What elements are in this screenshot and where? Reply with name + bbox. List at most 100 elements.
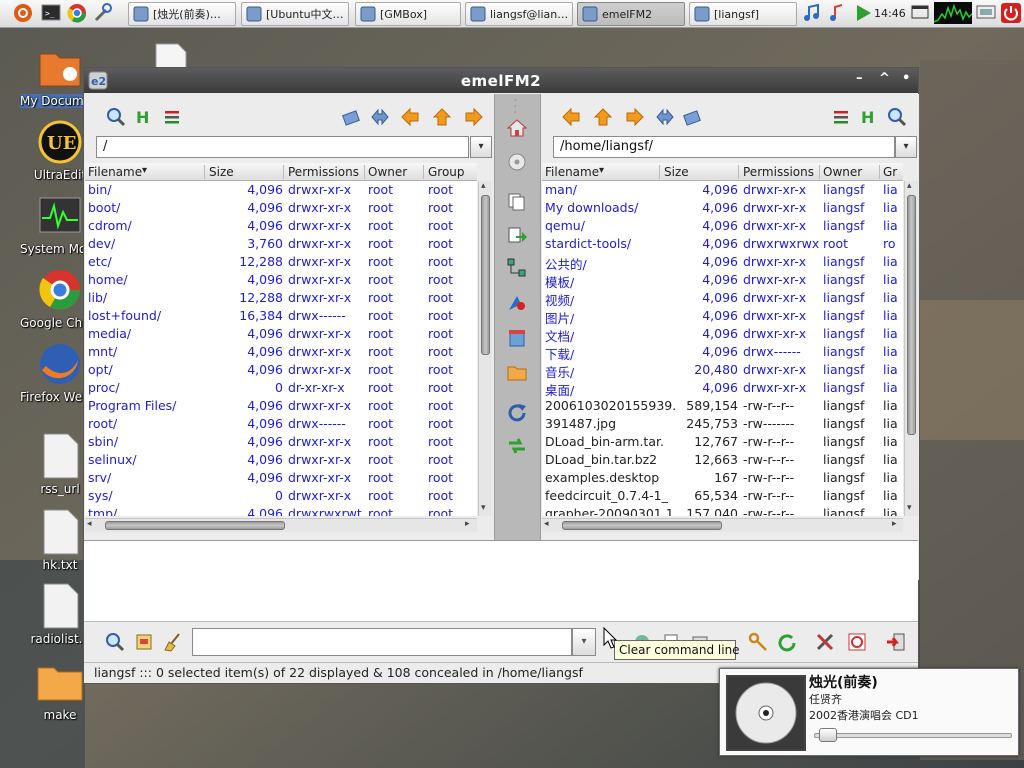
file-row[interactable]: mnt/4,096 drwxr-xr-x root root bbox=[85, 343, 477, 361]
file-row[interactable]: srv/4,096 drwxr-xr-x root root bbox=[85, 469, 477, 487]
hidden-toggle-icon[interactable]: H bbox=[134, 107, 154, 127]
left-horizontal-scrollbar[interactable]: ◂ ▸ bbox=[85, 518, 477, 532]
file-row[interactable]: bin/4,096 drwxr-xr-x root root bbox=[85, 181, 477, 199]
column-header[interactable]: Gr bbox=[883, 165, 897, 179]
trash-icon[interactable] bbox=[507, 328, 527, 348]
file-row[interactable]: sbin/4,096 drwxr-xr-x root root bbox=[85, 433, 477, 451]
file-row[interactable]: proc/0 dr-xr-xr-x root root bbox=[85, 379, 477, 397]
right-path-input[interactable]: /home/liangsf/ bbox=[553, 136, 895, 158]
column-header[interactable]: Owner bbox=[823, 165, 862, 179]
move-icon[interactable] bbox=[507, 226, 527, 246]
tools-icon[interactable] bbox=[815, 632, 835, 652]
file-row[interactable]: DLoad_bin.tar.bz2 12,663 -rw-r--r-- liangsf… bbox=[542, 451, 903, 469]
ubuntu-menu-icon[interactable] bbox=[12, 2, 34, 24]
edit-icon[interactable] bbox=[135, 632, 155, 652]
up-arrow-icon[interactable] bbox=[593, 107, 613, 127]
seek-knob[interactable] bbox=[819, 728, 838, 742]
left-vertical-scrollbar[interactable]: ▴ ▾ bbox=[478, 181, 492, 516]
permissions-icon[interactable] bbox=[507, 292, 527, 312]
output-pane[interactable] bbox=[84, 540, 918, 622]
music-notification[interactable]: 烛光(前奏) 任贤齐 2002香港演唱会 CD1 bbox=[719, 668, 1019, 756]
system-monitor-graph[interactable] bbox=[933, 2, 973, 24]
refresh-green-icon[interactable] bbox=[777, 632, 797, 652]
taskbar-button[interactable]: liangsf@lian… bbox=[465, 2, 573, 26]
taskbar-button[interactable]: [烛光(前奏)… bbox=[128, 2, 236, 26]
file-row[interactable]: man/4,096 drwxr-xr-x liangsf lia bbox=[542, 181, 903, 199]
search-icon[interactable] bbox=[105, 632, 125, 652]
settings-launcher-icon[interactable] bbox=[92, 2, 114, 24]
file-row[interactable]: 2006103020155939. 589,154 -rw-r--r-- liangs… bbox=[542, 397, 903, 415]
file-row[interactable]: media/4,096 drwxr-xr-x root root bbox=[85, 325, 477, 343]
left-file-list[interactable]: bin/4,096 drwxr-xr-x root root boot/4,096 drw… bbox=[85, 181, 477, 516]
maximize-button[interactable]: ^ bbox=[879, 71, 890, 86]
command-line-input[interactable] bbox=[192, 628, 572, 656]
play-icon[interactable] bbox=[852, 2, 874, 24]
file-row[interactable]: 模板/4,096 drwxr-xr-x liangsf lia bbox=[542, 271, 903, 290]
help-icon[interactable] bbox=[847, 632, 867, 652]
command-history-dropdown[interactable]: ▾ bbox=[572, 628, 596, 656]
file-row[interactable]: stardict-tools/4,096 drwxrwxrwx root ro bbox=[542, 235, 903, 253]
right-vertical-scrollbar[interactable]: ▴ ▾ bbox=[904, 181, 918, 516]
file-row[interactable]: dev/3,760 drwxr-xr-x root root bbox=[85, 235, 477, 253]
history-icon[interactable] bbox=[655, 107, 675, 127]
music-tray-icon[interactable] bbox=[826, 2, 848, 24]
column-header[interactable]: Size bbox=[209, 165, 234, 179]
file-row[interactable]: cdrom/4,096 drwxr-xr-x root root bbox=[85, 217, 477, 235]
forward-arrow-icon[interactable] bbox=[625, 107, 645, 127]
file-row[interactable]: root/4,096 drwx------ root root bbox=[85, 415, 477, 433]
file-row[interactable]: examples.desktop 167 -rw-r--r-- liangsf lia bbox=[542, 469, 903, 487]
history-icon[interactable] bbox=[370, 107, 390, 127]
search-icon[interactable] bbox=[106, 107, 126, 127]
file-row[interactable]: feedcircuit_0.7.4-1_ 65,534 -rw-r--r-- lian… bbox=[542, 487, 903, 505]
taskbar-button[interactable]: [GMBox] bbox=[355, 2, 461, 26]
column-header[interactable]: Filename bbox=[88, 165, 142, 179]
exit-icon[interactable] bbox=[886, 632, 906, 652]
column-header[interactable]: Group bbox=[428, 165, 465, 179]
file-row[interactable]: selinux/4,096 drwxr-xr-x root root bbox=[85, 451, 477, 469]
file-row[interactable]: lib/12,288 drwxr-xr-x root root bbox=[85, 289, 477, 307]
seek-bar[interactable] bbox=[814, 733, 1012, 738]
file-row[interactable]: etc/12,288 drwxr-xr-x root root bbox=[85, 253, 477, 271]
close-button[interactable]: • bbox=[902, 71, 910, 86]
right-horizontal-scrollbar[interactable]: ◂ ▸ bbox=[542, 518, 903, 532]
file-row[interactable]: home/4,096 drwxr-xr-x root root bbox=[85, 271, 477, 289]
clock[interactable]: 14:46 bbox=[874, 7, 906, 20]
file-row[interactable]: sys/0 drwxr-xr-x root root bbox=[85, 487, 477, 505]
key-icon[interactable] bbox=[748, 632, 768, 652]
file-row[interactable]: 桌面/4,096 drwxr-xr-x liangsf lia bbox=[542, 379, 903, 398]
bookmark-icon[interactable] bbox=[683, 107, 703, 127]
bookmark-icon[interactable] bbox=[342, 107, 362, 127]
pane-splitter-handle[interactable]: · · · bbox=[514, 97, 517, 117]
sort-chevron-icon[interactable]: ▾ bbox=[142, 165, 147, 176]
refresh-icon[interactable] bbox=[507, 402, 527, 422]
file-row[interactable]: Program Files/4,096 drwxr-xr-x root root bbox=[85, 397, 477, 415]
copy-icon[interactable] bbox=[507, 192, 527, 212]
column-header[interactable]: Permissions bbox=[743, 165, 814, 179]
file-row[interactable]: 视频/4,096 drwxr-xr-x liangsf lia bbox=[542, 289, 903, 308]
sync-panes-icon[interactable] bbox=[507, 436, 527, 456]
show-desktop-icon[interactable] bbox=[909, 2, 931, 24]
chrome-launcher-icon[interactable] bbox=[66, 2, 88, 24]
home-icon[interactable] bbox=[506, 118, 528, 138]
filter-menu-icon[interactable] bbox=[162, 107, 182, 127]
terminal-launcher-icon[interactable]: >_ bbox=[40, 2, 62, 24]
taskbar-button[interactable]: [Ubuntu中文… bbox=[241, 2, 349, 26]
file-row[interactable]: 图片/4,096 drwxr-xr-x liangsf lia bbox=[542, 307, 903, 326]
file-row[interactable]: 文档/4,096 drwxr-xr-x liangsf lia bbox=[542, 325, 903, 344]
right-file-list[interactable]: man/4,096 drwxr-xr-x liangsf lia My download… bbox=[542, 181, 903, 516]
column-header[interactable]: Permissions bbox=[288, 165, 359, 179]
sort-chevron-icon[interactable]: ▾ bbox=[599, 165, 604, 176]
file-row[interactable]: 公共的/4,096 drwxr-xr-x liangsf lia bbox=[542, 253, 903, 272]
file-row[interactable]: lost+found/16,384 drwx------ root root bbox=[85, 307, 477, 325]
filter-menu-icon[interactable] bbox=[831, 107, 851, 127]
right-path-dropdown[interactable]: ▾ bbox=[895, 136, 917, 158]
taskbar-button[interactable]: emelFM2 bbox=[577, 2, 685, 26]
column-header[interactable]: Size bbox=[664, 165, 689, 179]
open-folder-icon[interactable] bbox=[507, 362, 527, 382]
up-arrow-icon[interactable] bbox=[432, 107, 452, 127]
link-icon[interactable] bbox=[507, 258, 527, 278]
column-header[interactable]: Filename bbox=[545, 165, 599, 179]
back-arrow-icon[interactable] bbox=[400, 107, 420, 127]
file-row[interactable]: opt/4,096 drwxr-xr-x root root bbox=[85, 361, 477, 379]
file-row[interactable]: boot/4,096 drwxr-xr-x root root bbox=[85, 199, 477, 217]
